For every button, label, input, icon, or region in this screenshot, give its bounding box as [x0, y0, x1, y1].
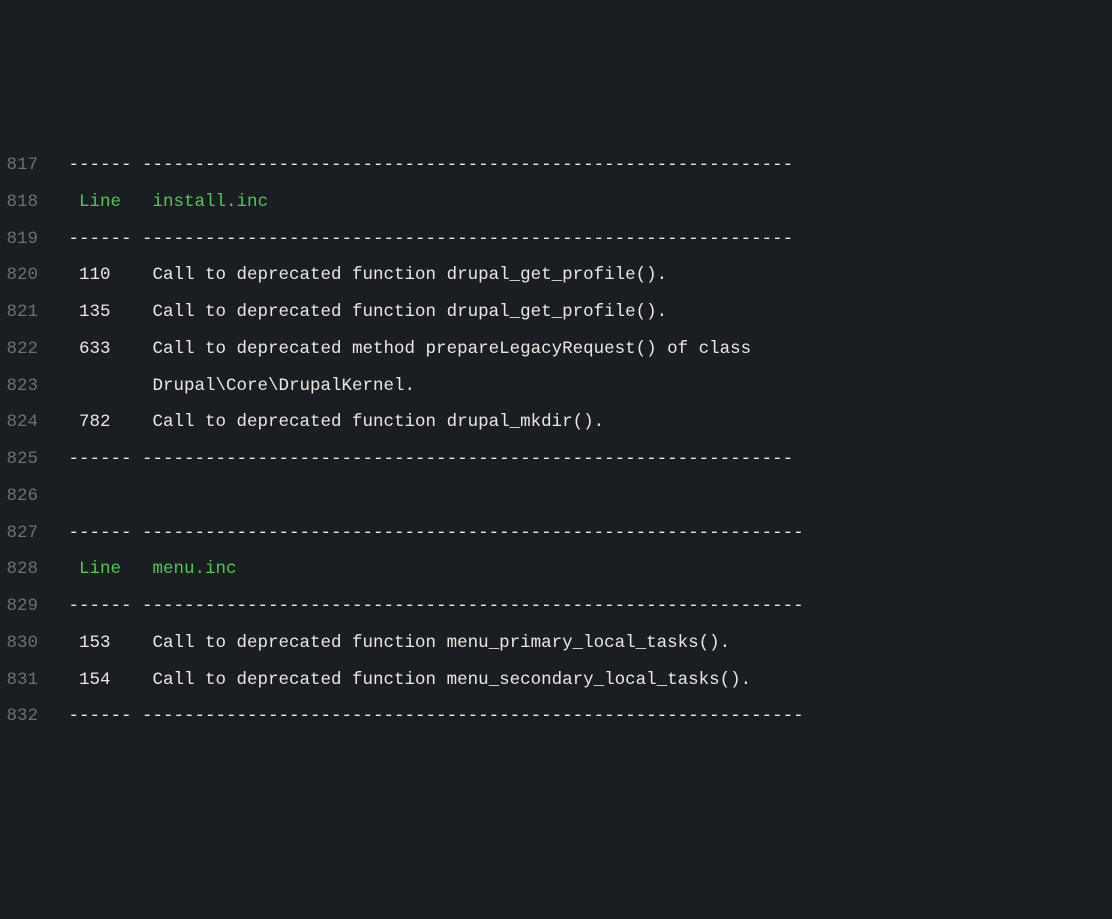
- line-number: 827: [0, 515, 58, 552]
- line-content: 135 Call to deprecated function drupal_g…: [58, 294, 814, 331]
- code-editor[interactable]: 817 ------ -----------------------------…: [0, 147, 1112, 735]
- line-content: Line menu.inc: [58, 551, 835, 588]
- code-text: [58, 559, 79, 579]
- code-text: ------ ---------------------------------…: [58, 596, 814, 616]
- code-text: ------ ---------------------------------…: [58, 229, 804, 249]
- code-text: 782 Call to deprecated function drupal_m…: [58, 412, 814, 432]
- code-line: 823 Drupal\Core\DrupalKernel.: [0, 368, 1112, 405]
- line-content: ------ ---------------------------------…: [58, 221, 804, 258]
- code-text: ------ ---------------------------------…: [58, 155, 804, 175]
- code-line: 832 ------ -----------------------------…: [0, 698, 1112, 735]
- code-text: [268, 192, 825, 212]
- code-line: 820 110 Call to deprecated function drup…: [0, 257, 1112, 294]
- line-content: 633 Call to deprecated method prepareLeg…: [58, 331, 814, 368]
- code-text: ------ ---------------------------------…: [58, 449, 804, 469]
- line-content: 153 Call to deprecated function menu_pri…: [58, 625, 825, 662]
- code-line: 829 ------ -----------------------------…: [0, 588, 1112, 625]
- code-text: 154 Call to deprecated function menu_sec…: [58, 670, 825, 690]
- line-number: 822: [0, 331, 58, 368]
- code-text: ------ ---------------------------------…: [58, 706, 814, 726]
- line-content: ------ ---------------------------------…: [58, 698, 814, 735]
- line-number: 824: [0, 404, 58, 441]
- code-line: 827 ------ -----------------------------…: [0, 515, 1112, 552]
- highlighted-text: menu.inc: [153, 559, 237, 579]
- line-number: 817: [0, 147, 58, 184]
- code-text: 110 Call to deprecated function drupal_g…: [58, 265, 814, 285]
- code-line: 821 135 Call to deprecated function drup…: [0, 294, 1112, 331]
- line-content: ------ ---------------------------------…: [58, 147, 804, 184]
- code-text: 135 Call to deprecated function drupal_g…: [58, 302, 814, 322]
- code-line: 818 Line install.inc: [0, 184, 1112, 221]
- line-content: Line install.inc: [58, 184, 825, 221]
- code-text: ------ ---------------------------------…: [58, 523, 814, 543]
- line-content: ------ ---------------------------------…: [58, 515, 814, 552]
- code-line: 831 154 Call to deprecated function menu…: [0, 662, 1112, 699]
- code-line: 825 ------ -----------------------------…: [0, 441, 1112, 478]
- code-line: 824 782 Call to deprecated function drup…: [0, 404, 1112, 441]
- line-number: 823: [0, 368, 58, 405]
- line-content: Drupal\Core\DrupalKernel.: [58, 368, 814, 405]
- code-text: [58, 192, 79, 212]
- code-line: 826: [0, 478, 1112, 515]
- line-number: 821: [0, 294, 58, 331]
- line-content: 154 Call to deprecated function menu_sec…: [58, 662, 825, 699]
- line-number: 830: [0, 625, 58, 662]
- highlighted-text: install.inc: [153, 192, 269, 212]
- line-number: 819: [0, 221, 58, 258]
- line-number: 826: [0, 478, 58, 515]
- code-text: 633 Call to deprecated method prepareLeg…: [58, 339, 814, 359]
- line-number: 820: [0, 257, 58, 294]
- line-content: 782 Call to deprecated function drupal_m…: [58, 404, 814, 441]
- highlighted-text: Line: [79, 559, 121, 579]
- line-content: 110 Call to deprecated function drupal_g…: [58, 257, 814, 294]
- line-content: ------ ---------------------------------…: [58, 588, 814, 625]
- code-text: 153 Call to deprecated function menu_pri…: [58, 633, 825, 653]
- line-content: ------ ---------------------------------…: [58, 441, 804, 478]
- code-line: 822 633 Call to deprecated method prepar…: [0, 331, 1112, 368]
- line-number: 828: [0, 551, 58, 588]
- code-text: Drupal\Core\DrupalKernel.: [58, 376, 814, 396]
- code-text: [121, 559, 153, 579]
- line-number: 818: [0, 184, 58, 221]
- line-number: 831: [0, 662, 58, 699]
- line-number: 825: [0, 441, 58, 478]
- code-line: 830 153 Call to deprecated function menu…: [0, 625, 1112, 662]
- code-text: [237, 559, 836, 579]
- line-number: 832: [0, 698, 58, 735]
- code-text: [121, 192, 153, 212]
- code-line: 828 Line menu.inc: [0, 551, 1112, 588]
- code-line: 817 ------ -----------------------------…: [0, 147, 1112, 184]
- code-line: 819 ------ -----------------------------…: [0, 221, 1112, 258]
- line-number: 829: [0, 588, 58, 625]
- highlighted-text: Line: [79, 192, 121, 212]
